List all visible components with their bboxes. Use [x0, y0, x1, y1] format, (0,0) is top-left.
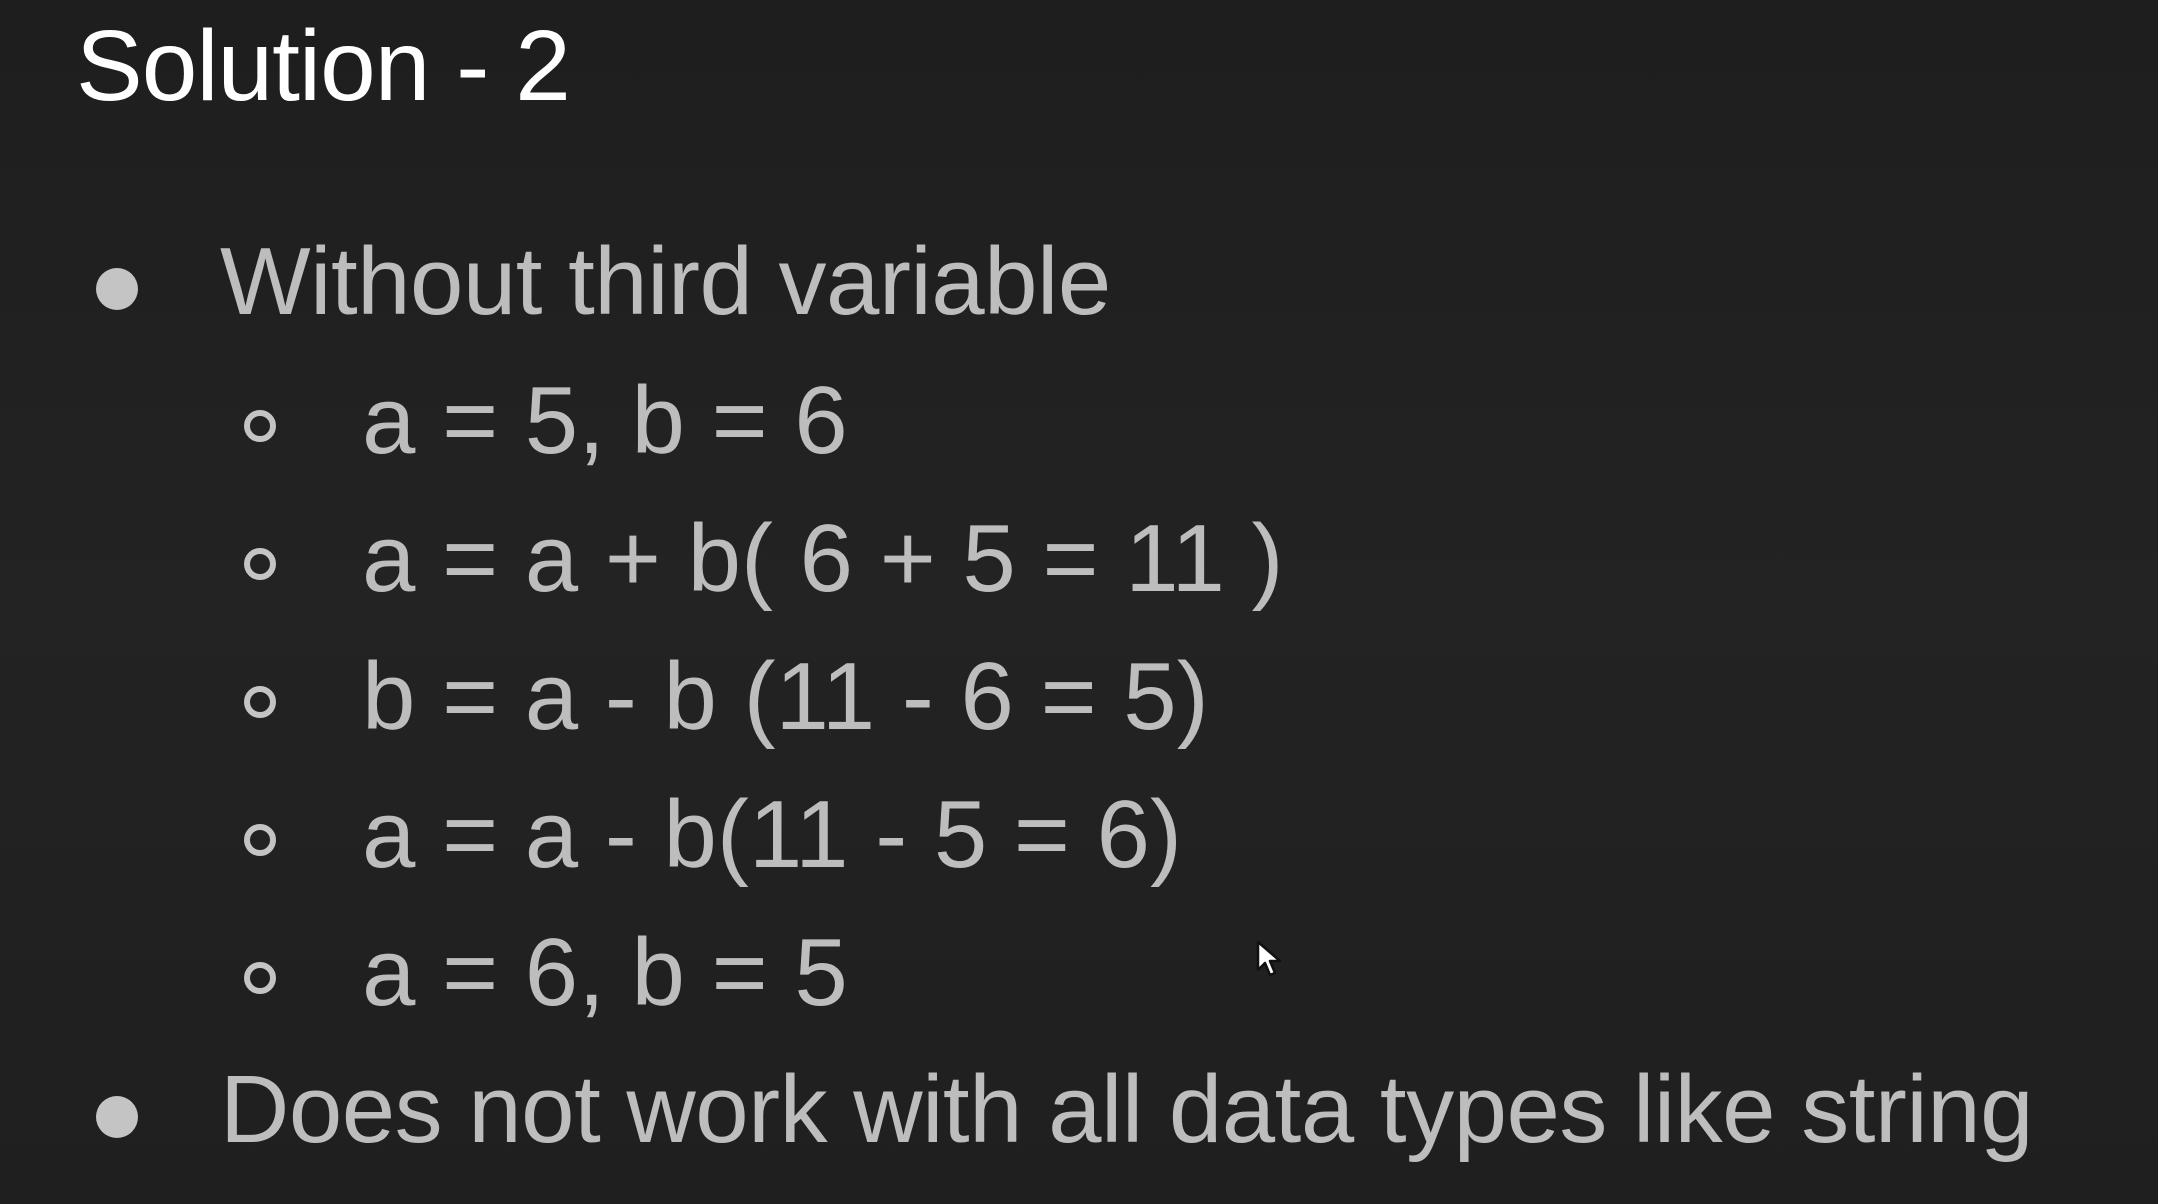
slide: Solution - 2 Without third variable a = …: [0, 0, 2158, 1204]
bullet-icon: [96, 1096, 138, 1138]
slide-title: Solution - 2: [76, 10, 571, 122]
sub-bullet-icon: [244, 548, 276, 580]
mouse-pointer-icon: [1256, 940, 1282, 977]
bullet-icon: [96, 268, 138, 310]
sub-item-initial-values: a = 5, b = 6: [362, 367, 848, 474]
bullet-item-data-types-note: Does not work with all data types like s…: [220, 1056, 2033, 1163]
sub-bullet-icon: [244, 686, 276, 718]
sub-item-b-step: b = a - b (11 - 6 = 5): [362, 643, 1209, 750]
sub-item-sum-step: a = a + b( 6 + 5 = 11 ): [362, 505, 1284, 612]
sub-bullet-icon: [244, 962, 276, 994]
sub-bullet-icon: [244, 824, 276, 856]
bullet-item-without-third-variable: Without third variable: [220, 228, 1111, 335]
sub-item-final-values: a = 6, b = 5: [362, 919, 848, 1026]
sub-item-a-step: a = a - b(11 - 5 = 6): [362, 781, 1182, 888]
sub-bullet-icon: [244, 410, 276, 442]
